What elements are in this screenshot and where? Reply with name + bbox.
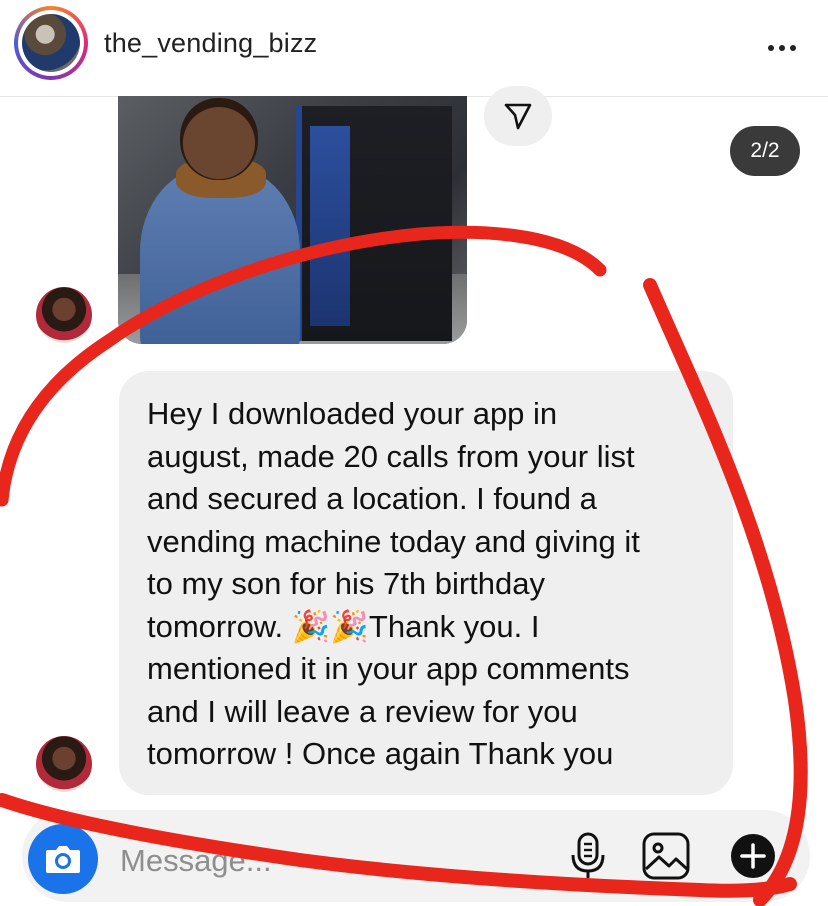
username[interactable]: the_vending_bizz [104, 28, 317, 59]
message-input[interactable] [118, 838, 562, 884]
profile-avatar[interactable] [14, 6, 88, 80]
message-text: Hey I downloaded your app in august, mad… [147, 396, 640, 771]
camera-icon [46, 846, 80, 873]
more-icon[interactable] [768, 38, 802, 51]
sender-avatar[interactable] [36, 736, 92, 792]
chat-header: the_vending_bizz [0, 0, 828, 97]
share-icon [504, 103, 532, 130]
shared-post-photo[interactable] [118, 96, 467, 344]
message-bubble: Hey I downloaded your app in august, mad… [119, 371, 733, 795]
image-counter-badge: 2/2 [730, 126, 800, 176]
camera-button[interactable] [28, 824, 98, 894]
microphone-icon[interactable] [570, 831, 606, 881]
sender-avatar[interactable] [36, 287, 92, 343]
add-icon[interactable] [730, 833, 776, 879]
gallery-icon[interactable] [641, 831, 691, 881]
share-button[interactable] [484, 86, 552, 146]
